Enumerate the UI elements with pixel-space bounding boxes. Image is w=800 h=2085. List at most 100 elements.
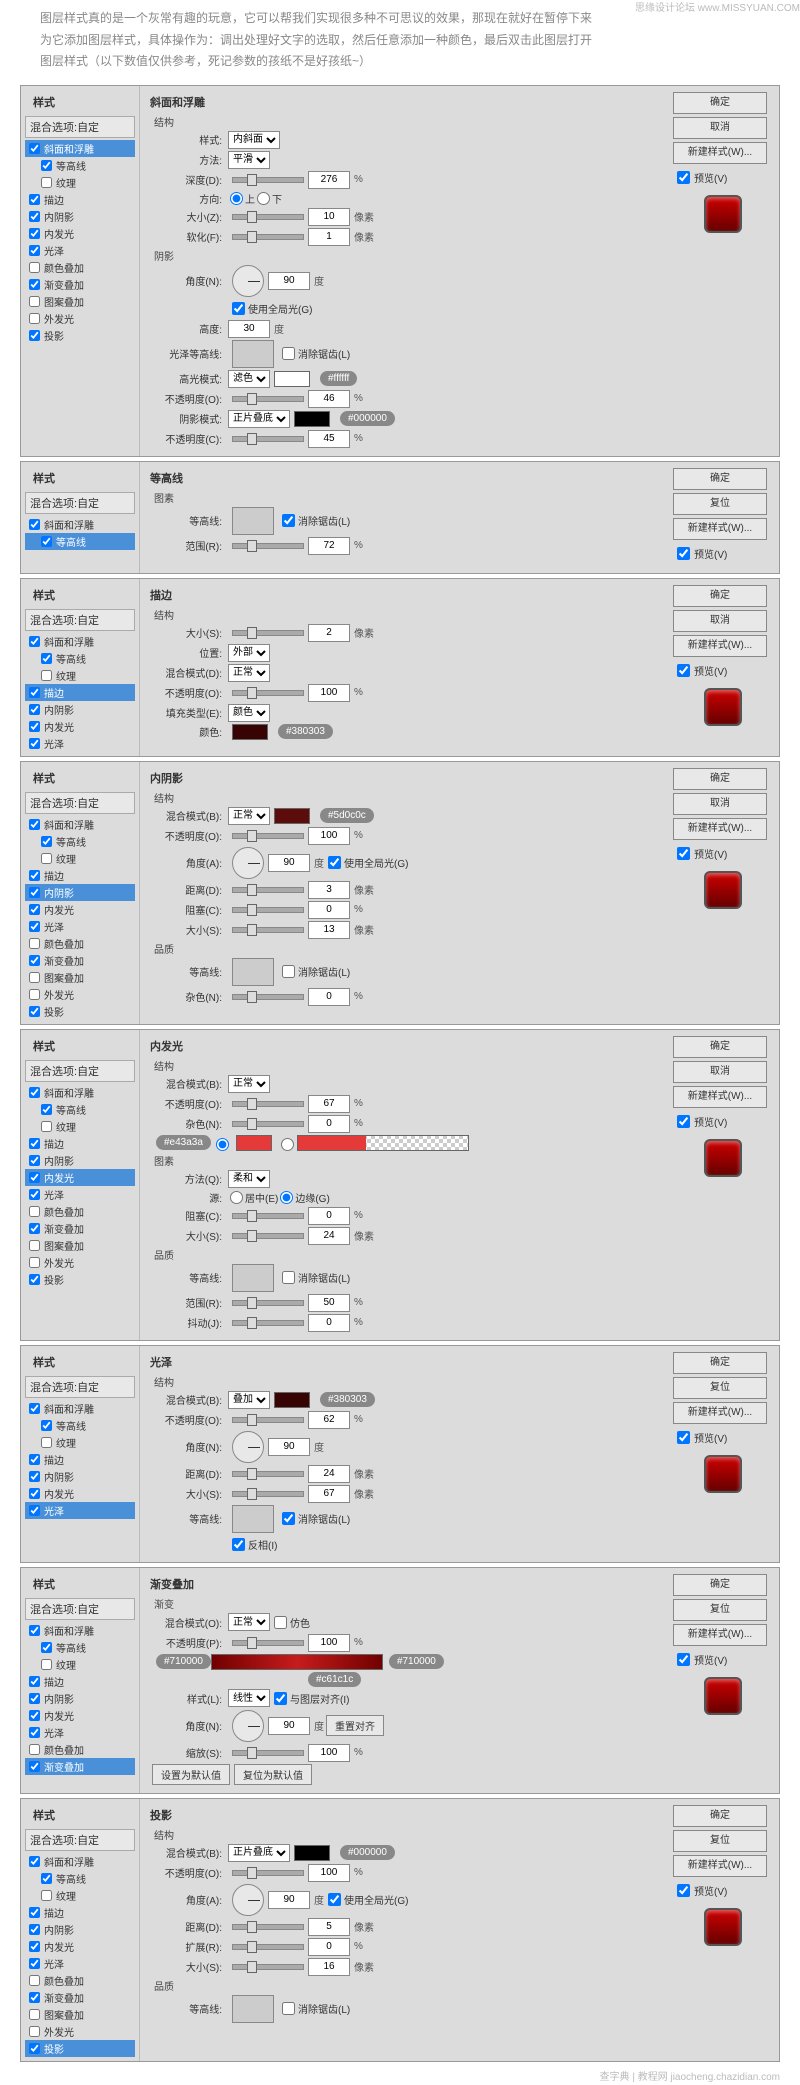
gradient-picker[interactable] — [211, 1654, 383, 1670]
go-dither-check[interactable] — [274, 1616, 287, 1629]
size-slider[interactable] — [232, 214, 304, 220]
sidebar-item-bevel[interactable]: 斜面和浮雕 — [25, 816, 135, 833]
ig-size-input[interactable] — [308, 1227, 350, 1245]
sh-op-input[interactable] — [308, 430, 350, 448]
sat-dist-input[interactable] — [308, 1465, 350, 1483]
go-align-check[interactable] — [274, 1692, 287, 1705]
ds-dist-input[interactable] — [308, 1918, 350, 1936]
ok-button[interactable]: 确定 — [673, 768, 767, 790]
sidebar-item-pattern-overlay[interactable]: 图案叠加 — [25, 2006, 135, 2023]
sidebar-item-bevel[interactable]: 斜面和浮雕 — [25, 140, 135, 157]
sidebar-item-stroke[interactable]: 描边 — [25, 1904, 135, 1921]
blend-options-row[interactable]: 混合选项:自定 — [25, 116, 135, 138]
is-op-slider[interactable] — [232, 833, 304, 839]
ok-button[interactable]: 确定 — [673, 92, 767, 114]
ig-size-slider[interactable] — [232, 1233, 304, 1239]
sidebar-item-pattern-overlay[interactable]: 图案叠加 — [25, 293, 135, 310]
cancel-button[interactable]: 取消 — [673, 610, 767, 632]
sidebar-item-drop-shadow[interactable]: 投影 — [25, 327, 135, 344]
sidebar-item-inner-shadow[interactable]: 内阴影 — [25, 701, 135, 718]
stroke-size-input[interactable] — [308, 624, 350, 642]
sidebar-item-grad-overlay[interactable]: 渐变叠加 — [25, 1220, 135, 1237]
is-angle-input[interactable] — [268, 854, 310, 872]
dir-up-radio[interactable] — [230, 192, 243, 205]
global-light-check[interactable] — [232, 302, 245, 315]
sidebar-item-contour[interactable]: 等高线 — [25, 1417, 135, 1434]
hi-op-slider[interactable] — [232, 396, 304, 402]
preview-check[interactable] — [677, 1115, 690, 1128]
sidebar-item-inner-shadow[interactable]: 内阴影 — [25, 1468, 135, 1485]
stroke-fill-select[interactable]: 颜色 — [228, 704, 270, 722]
cancel-button[interactable]: 取消 — [673, 793, 767, 815]
ds-spread-input[interactable] — [308, 1938, 350, 1956]
sidebar-item-inner-shadow[interactable]: 内阴影 — [25, 1921, 135, 1938]
depth-input[interactable] — [308, 171, 350, 189]
soft-input[interactable] — [308, 228, 350, 246]
ds-angle-dial[interactable] — [232, 1884, 264, 1916]
sat-op-input[interactable] — [308, 1411, 350, 1429]
sat-contour-picker[interactable] — [232, 1505, 274, 1533]
sat-color-swatch[interactable] — [274, 1392, 310, 1408]
sat-op-slider[interactable] — [232, 1417, 304, 1423]
sidebar-item-texture[interactable]: 纹理 — [25, 667, 135, 684]
contour-picker[interactable] — [232, 507, 274, 535]
sidebar-item-drop-shadow[interactable]: 投影 — [25, 2040, 135, 2057]
sidebar-item-stroke[interactable]: 描边 — [25, 1673, 135, 1690]
preview-check[interactable] — [677, 547, 690, 560]
ig-choke-input[interactable] — [308, 1207, 350, 1225]
ig-jitter-slider[interactable] — [232, 1320, 304, 1326]
sidebar-item-pattern-overlay[interactable]: 图案叠加 — [25, 1237, 135, 1254]
sidebar-item-stroke[interactable]: 描边 — [25, 1451, 135, 1468]
ok-button[interactable]: 确定 — [673, 468, 767, 490]
ig-grad-radio[interactable] — [281, 1138, 294, 1151]
ig-grad-picker[interactable] — [297, 1135, 469, 1151]
sat-angle-dial[interactable] — [232, 1431, 264, 1463]
new-style-button[interactable]: 新建样式(W)... — [673, 142, 767, 164]
ig-range-slider[interactable] — [232, 1300, 304, 1306]
angle-dial[interactable] — [232, 265, 264, 297]
ig-color-radio[interactable] — [216, 1138, 229, 1151]
ds-anti-check[interactable] — [282, 2002, 295, 2015]
sidebar-item-texture[interactable]: 纹理 — [25, 1887, 135, 1904]
hi-op-input[interactable] — [308, 390, 350, 408]
is-op-input[interactable] — [308, 827, 350, 845]
is-choke-input[interactable] — [308, 901, 350, 919]
preview-check[interactable] — [677, 1431, 690, 1444]
ig-noise-slider[interactable] — [232, 1121, 304, 1127]
is-size-input[interactable] — [308, 921, 350, 939]
is-noise-slider[interactable] — [232, 994, 304, 1000]
sidebar-item-inner-shadow[interactable]: 内阴影 — [25, 1690, 135, 1707]
angle-input[interactable] — [268, 272, 310, 290]
ds-color-swatch[interactable] — [294, 1845, 330, 1861]
reset-button[interactable]: 复位 — [673, 493, 767, 515]
reset-default-button[interactable]: 复位为默认值 — [234, 1764, 312, 1785]
sidebar-item-satin[interactable]: 光泽 — [25, 1724, 135, 1741]
range-slider[interactable] — [232, 543, 304, 549]
is-dist-slider[interactable] — [232, 887, 304, 893]
sidebar-item-inner-glow[interactable]: 内发光 — [25, 1169, 135, 1186]
go-angle-dial[interactable] — [232, 1710, 264, 1742]
stroke-blend-select[interactable]: 正常 — [228, 664, 270, 682]
sidebar-item-grad-overlay[interactable]: 渐变叠加 — [25, 952, 135, 969]
sidebar-item-satin[interactable]: 光泽 — [25, 918, 135, 935]
ds-size-slider[interactable] — [232, 1964, 304, 1970]
ig-center-radio[interactable] — [230, 1191, 243, 1204]
soft-slider[interactable] — [232, 234, 304, 240]
sidebar-item-contour[interactable]: 等高线 — [25, 1101, 135, 1118]
sidebar-item-texture[interactable]: 纹理 — [25, 1118, 135, 1135]
sidebar-item-contour[interactable]: 等高线 — [25, 157, 135, 174]
anti-alias-check[interactable] — [282, 514, 295, 527]
preview-check[interactable] — [677, 171, 690, 184]
ds-blend-select[interactable]: 正片叠底 — [228, 1844, 290, 1862]
go-op-slider[interactable] — [232, 1640, 304, 1646]
gloss-contour-picker[interactable] — [232, 340, 274, 368]
sidebar-item-contour[interactable]: 等高线 — [25, 650, 135, 667]
ig-contour-picker[interactable] — [232, 1264, 274, 1292]
ds-op-input[interactable] — [308, 1864, 350, 1882]
sidebar-item-color-overlay[interactable]: 颜色叠加 — [25, 1203, 135, 1220]
stroke-color-swatch[interactable] — [232, 724, 268, 740]
sidebar-item-stroke[interactable]: 描边 — [25, 684, 135, 701]
sidebar-item-texture[interactable]: 纹理 — [25, 174, 135, 191]
cancel-button[interactable]: 取消 — [673, 1061, 767, 1083]
sidebar-item-color-overlay[interactable]: 颜色叠加 — [25, 1972, 135, 1989]
